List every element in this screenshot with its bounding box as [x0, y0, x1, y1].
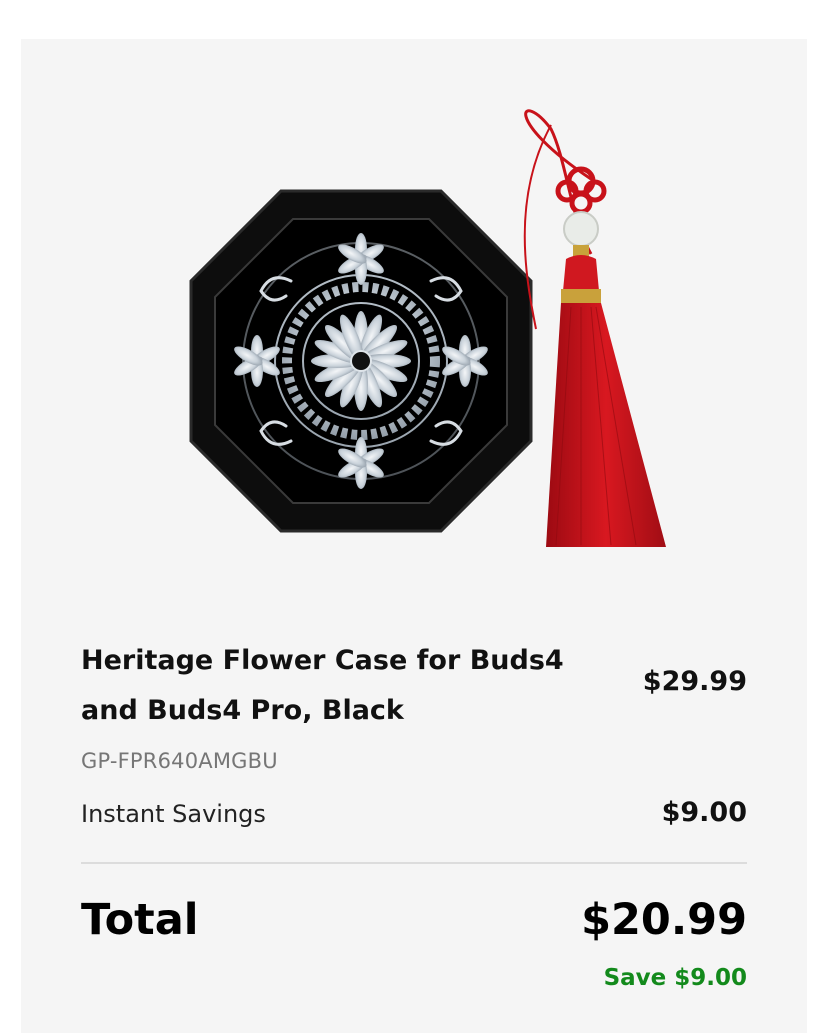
- total-value: $20.99: [581, 895, 747, 945]
- product-price: $29.99: [642, 666, 747, 697]
- product-image: [171, 79, 691, 559]
- instant-savings-value: $9.00: [661, 797, 747, 828]
- product-summary-card: Heritage Flower Case for Buds4 and Buds4…: [21, 39, 807, 1033]
- tassel-ornament: [523, 109, 666, 547]
- save-amount-text: Save $9.00: [603, 965, 747, 991]
- instant-savings-label: Instant Savings: [81, 800, 266, 828]
- product-sku: GP-FPR640AMGBU: [81, 749, 278, 773]
- divider: [81, 862, 747, 864]
- total-label: Total: [81, 895, 199, 945]
- product-title[interactable]: Heritage Flower Case for Buds4 and Buds4…: [81, 636, 601, 736]
